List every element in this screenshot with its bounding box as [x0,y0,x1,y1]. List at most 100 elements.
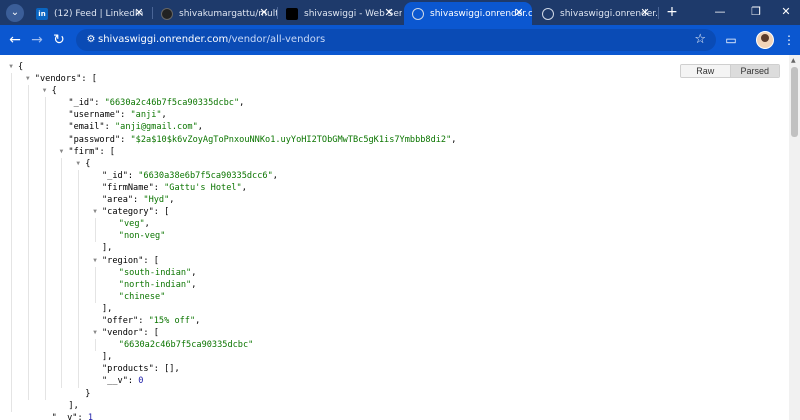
address-bar[interactable]: ⚙ shivaswiggi.onrender.com/vendor/all-ve… [76,29,716,51]
json-line: "south-indian", [0,267,456,279]
json-string-value: "Gattu's Hotel" [164,182,242,193]
json-key: "_id" [68,98,95,109]
indent-guide [78,169,80,388]
json-string-value: "6630a2c46b7f5ca90335dcbc" [118,340,254,351]
json-line: "6630a2c46b7f5ca90335dcbc" [0,339,456,351]
minimize-button[interactable]: — [712,4,728,20]
collapse-toggle-icon[interactable]: ▼ [7,61,15,73]
json-punctuation: : [120,110,131,121]
json-key: "username" [68,110,121,121]
address-url[interactable]: shivaswiggi.onrender.com/vendor/all-vend… [98,33,325,47]
tab-onrender-second[interactable]: shivaswiggi.onrender.com ✕ [534,2,658,25]
json-punctuation: , [197,122,203,133]
json-punctuation: : [ [143,255,159,266]
linkedin-icon: in [36,7,48,20]
json-line: "password": "$2a$10$k6vZoyAgToPnxouNNKo1… [0,134,456,146]
tab-linkedin[interactable]: in (12) Feed | LinkedIn ✕ [28,2,152,25]
collapse-toggle-icon[interactable]: ▼ [24,73,32,85]
collapse-toggle-icon[interactable]: ▼ [57,146,65,158]
collapse-toggle-icon[interactable]: ▼ [91,327,99,339]
json-key: "__v" [102,376,128,387]
json-punctuation: { [85,158,91,169]
collapse-toggle-icon[interactable]: ▼ [41,85,49,97]
close-tab-icon[interactable]: ✕ [638,6,652,20]
json-line: ▼ "firm": [ [0,146,456,158]
url-path: /vendor/all-vendors [228,34,326,45]
json-line: ▼ "vendor": [ [0,327,456,339]
json-string-value: "north-indian" [118,279,192,290]
collapse-toggle-icon[interactable]: ▼ [91,206,99,218]
json-key: "password" [68,134,121,145]
close-window-button[interactable]: ✕ [778,4,794,20]
json-string-value: "6630a38e6b7f5ca90335dcc6" [138,170,273,181]
browser-toolbar: ← → ↻ ⚙ shivaswiggi.onrender.com/vendor/… [0,25,800,55]
indent-guide [95,266,96,303]
json-line: "offer": "15% off", [0,315,456,327]
json-line: ], [0,242,456,254]
json-punctuation: : [127,170,139,181]
json-line: ▼ "region": [ [0,255,456,267]
profile-avatar[interactable] [756,31,774,49]
parsed-button[interactable]: Parsed [729,65,779,77]
json-punctuation: , [241,182,247,193]
close-tab-icon[interactable]: ✕ [132,6,146,20]
json-punctuation: { [51,86,57,97]
json-string-value: "non-veg" [118,231,166,242]
indent-guide [44,97,46,400]
site-info-icon[interactable]: ⚙ [84,33,98,47]
json-string-value: "anji@gmail.com" [114,122,198,133]
raw-button[interactable]: Raw [681,65,730,77]
scroll-thumb[interactable] [791,67,798,137]
forward-button[interactable]: → [28,31,46,49]
json-punctuation: : [94,98,105,109]
bookmark-star-icon[interactable]: ☆ [694,32,706,48]
json-punctuation: ], [102,303,113,314]
close-tab-icon[interactable]: ✕ [512,6,526,20]
json-line: ▼ "vendors": [ [0,73,456,85]
new-tab-button[interactable]: + [664,4,680,20]
indent-guide [27,85,29,400]
collapse-toggle-icon[interactable]: ▼ [91,255,99,267]
json-number-value: 1 [87,412,94,420]
json-key: "offer" [102,315,139,326]
json-line: "_id": "6630a38e6b7f5ca90335dcc6", [0,170,456,182]
json-punctuation: : [ [99,146,115,157]
json-line: "__v": 0 [0,375,456,387]
tab-search-menu-button[interactable]: ⌄ [6,4,24,22]
collapse-toggle-icon[interactable]: ▼ [74,158,82,170]
json-line: "username": "anji", [0,109,456,121]
tab-render-dashboard[interactable]: shivaswiggi - Web Servic ✕ [278,2,402,25]
indent-guide [95,218,96,243]
json-punctuation: , [161,110,167,121]
reload-button[interactable]: ↻ [50,31,68,49]
json-key: "__v" [51,412,78,420]
tab-strip: ⌄ in (12) Feed | LinkedIn ✕ shivakumarga… [0,0,800,25]
tab-separator [658,7,659,19]
json-punctuation: : [127,376,139,387]
back-button[interactable]: ← [6,31,24,49]
json-punctuation: , [272,170,278,181]
json-punctuation: : [ [81,74,97,85]
json-key: "vendor" [102,328,144,339]
tab-github[interactable]: shivakumargattu/multi_v ✕ [153,2,277,25]
close-tab-icon[interactable]: ✕ [382,6,396,20]
browser-menu-icon[interactable]: ⋮ [780,31,798,49]
json-number-value: 0 [138,376,144,387]
tab-all-vendors[interactable]: shivaswiggi.onrender.com ✕ [404,2,532,25]
close-tab-icon[interactable]: ✕ [257,6,271,20]
scroll-up-arrow-icon[interactable]: ▲ [791,57,796,64]
indent-guide [61,157,63,388]
extensions-icon[interactable]: ▭ [722,31,740,49]
json-punctuation: ], [102,352,113,363]
json-punctuation: : [138,315,149,326]
indent-guide [11,73,12,412]
json-punctuation: , [144,219,150,230]
vertical-scrollbar[interactable]: ▲ [789,55,800,420]
json-line: "area": "Hyd", [0,194,456,206]
json-string-value: "6630a2c46b7f5ca90335dcbc" [104,98,240,109]
json-string-value: "$2a$10$k6vZoyAgToPnxouNNKo1.uyYoHI2TObG… [130,134,452,145]
json-punctuation: : [104,122,115,133]
json-viewer: ▼{▼ "vendors": [▼{"_id": "6630a2c46b7f5ca… [0,55,789,420]
restore-button[interactable]: ❐ [748,4,764,20]
json-line: ▼ "category": [ [0,206,456,218]
